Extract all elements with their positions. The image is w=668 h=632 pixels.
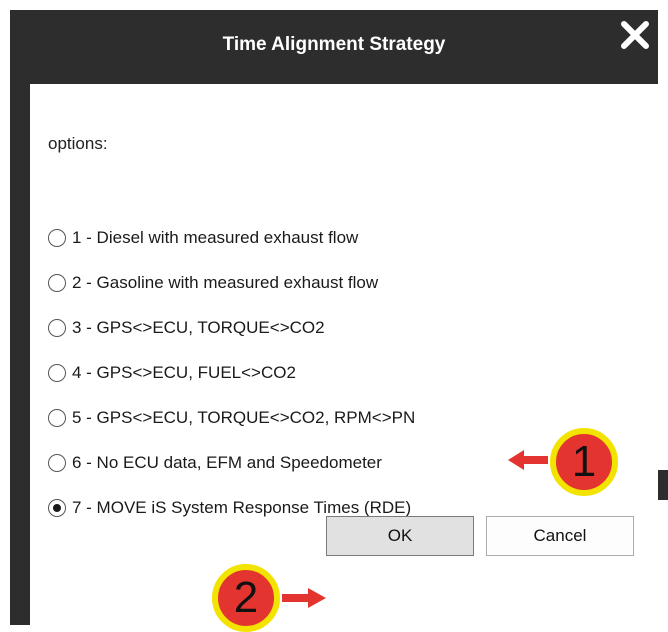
radio-option-6[interactable]: 6 - No ECU data, EFM and Speedometer: [48, 448, 382, 478]
radio-option-label: 5 - GPS<>ECU, TORQUE<>CO2, RPM<>PN: [72, 408, 416, 427]
radio-option-label: 1 - Diesel with measured exhaust flow: [72, 228, 359, 247]
radio-option-3[interactable]: 3 - GPS<>ECU, TORQUE<>CO2: [48, 313, 325, 343]
annotation-badge-1: 1: [550, 428, 618, 496]
annotation-badge-2: 2: [212, 564, 280, 632]
radio-button[interactable]: [48, 274, 66, 292]
radio-option-4[interactable]: 4 - GPS<>ECU, FUEL<>CO2: [48, 358, 296, 388]
radio-option-2[interactable]: 2 - Gasoline with measured exhaust flow: [48, 268, 378, 298]
radio-option-label: 3 - GPS<>ECU, TORQUE<>CO2: [72, 318, 325, 337]
options-label: options:: [48, 134, 108, 153]
radio-button[interactable]: [48, 409, 66, 427]
radio-option-1[interactable]: 1 - Diesel with measured exhaust flow: [48, 223, 358, 253]
radio-button[interactable]: [48, 229, 66, 247]
radio-button[interactable]: [48, 319, 66, 337]
radio-option-5[interactable]: 5 - GPS<>ECU, TORQUE<>CO2, RPM<>PN: [48, 403, 415, 433]
radio-option-label: 7 - MOVE iS System Response Times (RDE): [72, 498, 412, 517]
radio-option-label: 4 - GPS<>ECU, FUEL<>CO2: [72, 363, 296, 382]
dialog-title: Time Alignment Strategy: [222, 34, 446, 55]
radio-button[interactable]: [48, 364, 66, 382]
cancel-button[interactable]: Cancel: [486, 516, 634, 556]
radio-button-selected[interactable]: [48, 499, 66, 517]
dialog-titlebar: Time Alignment Strategy: [10, 10, 658, 84]
scrollbar-edge: [658, 470, 668, 500]
ok-button[interactable]: OK: [326, 516, 474, 556]
annotation-arrow-2-icon: [282, 588, 326, 608]
radio-button[interactable]: [48, 454, 66, 472]
radio-option-label: 6 - No ECU data, EFM and Speedometer: [72, 453, 382, 472]
annotation-arrow-1-icon: [508, 450, 548, 470]
radio-option-label: 2 - Gasoline with measured exhaust flow: [72, 273, 379, 292]
close-icon[interactable]: [618, 18, 652, 52]
